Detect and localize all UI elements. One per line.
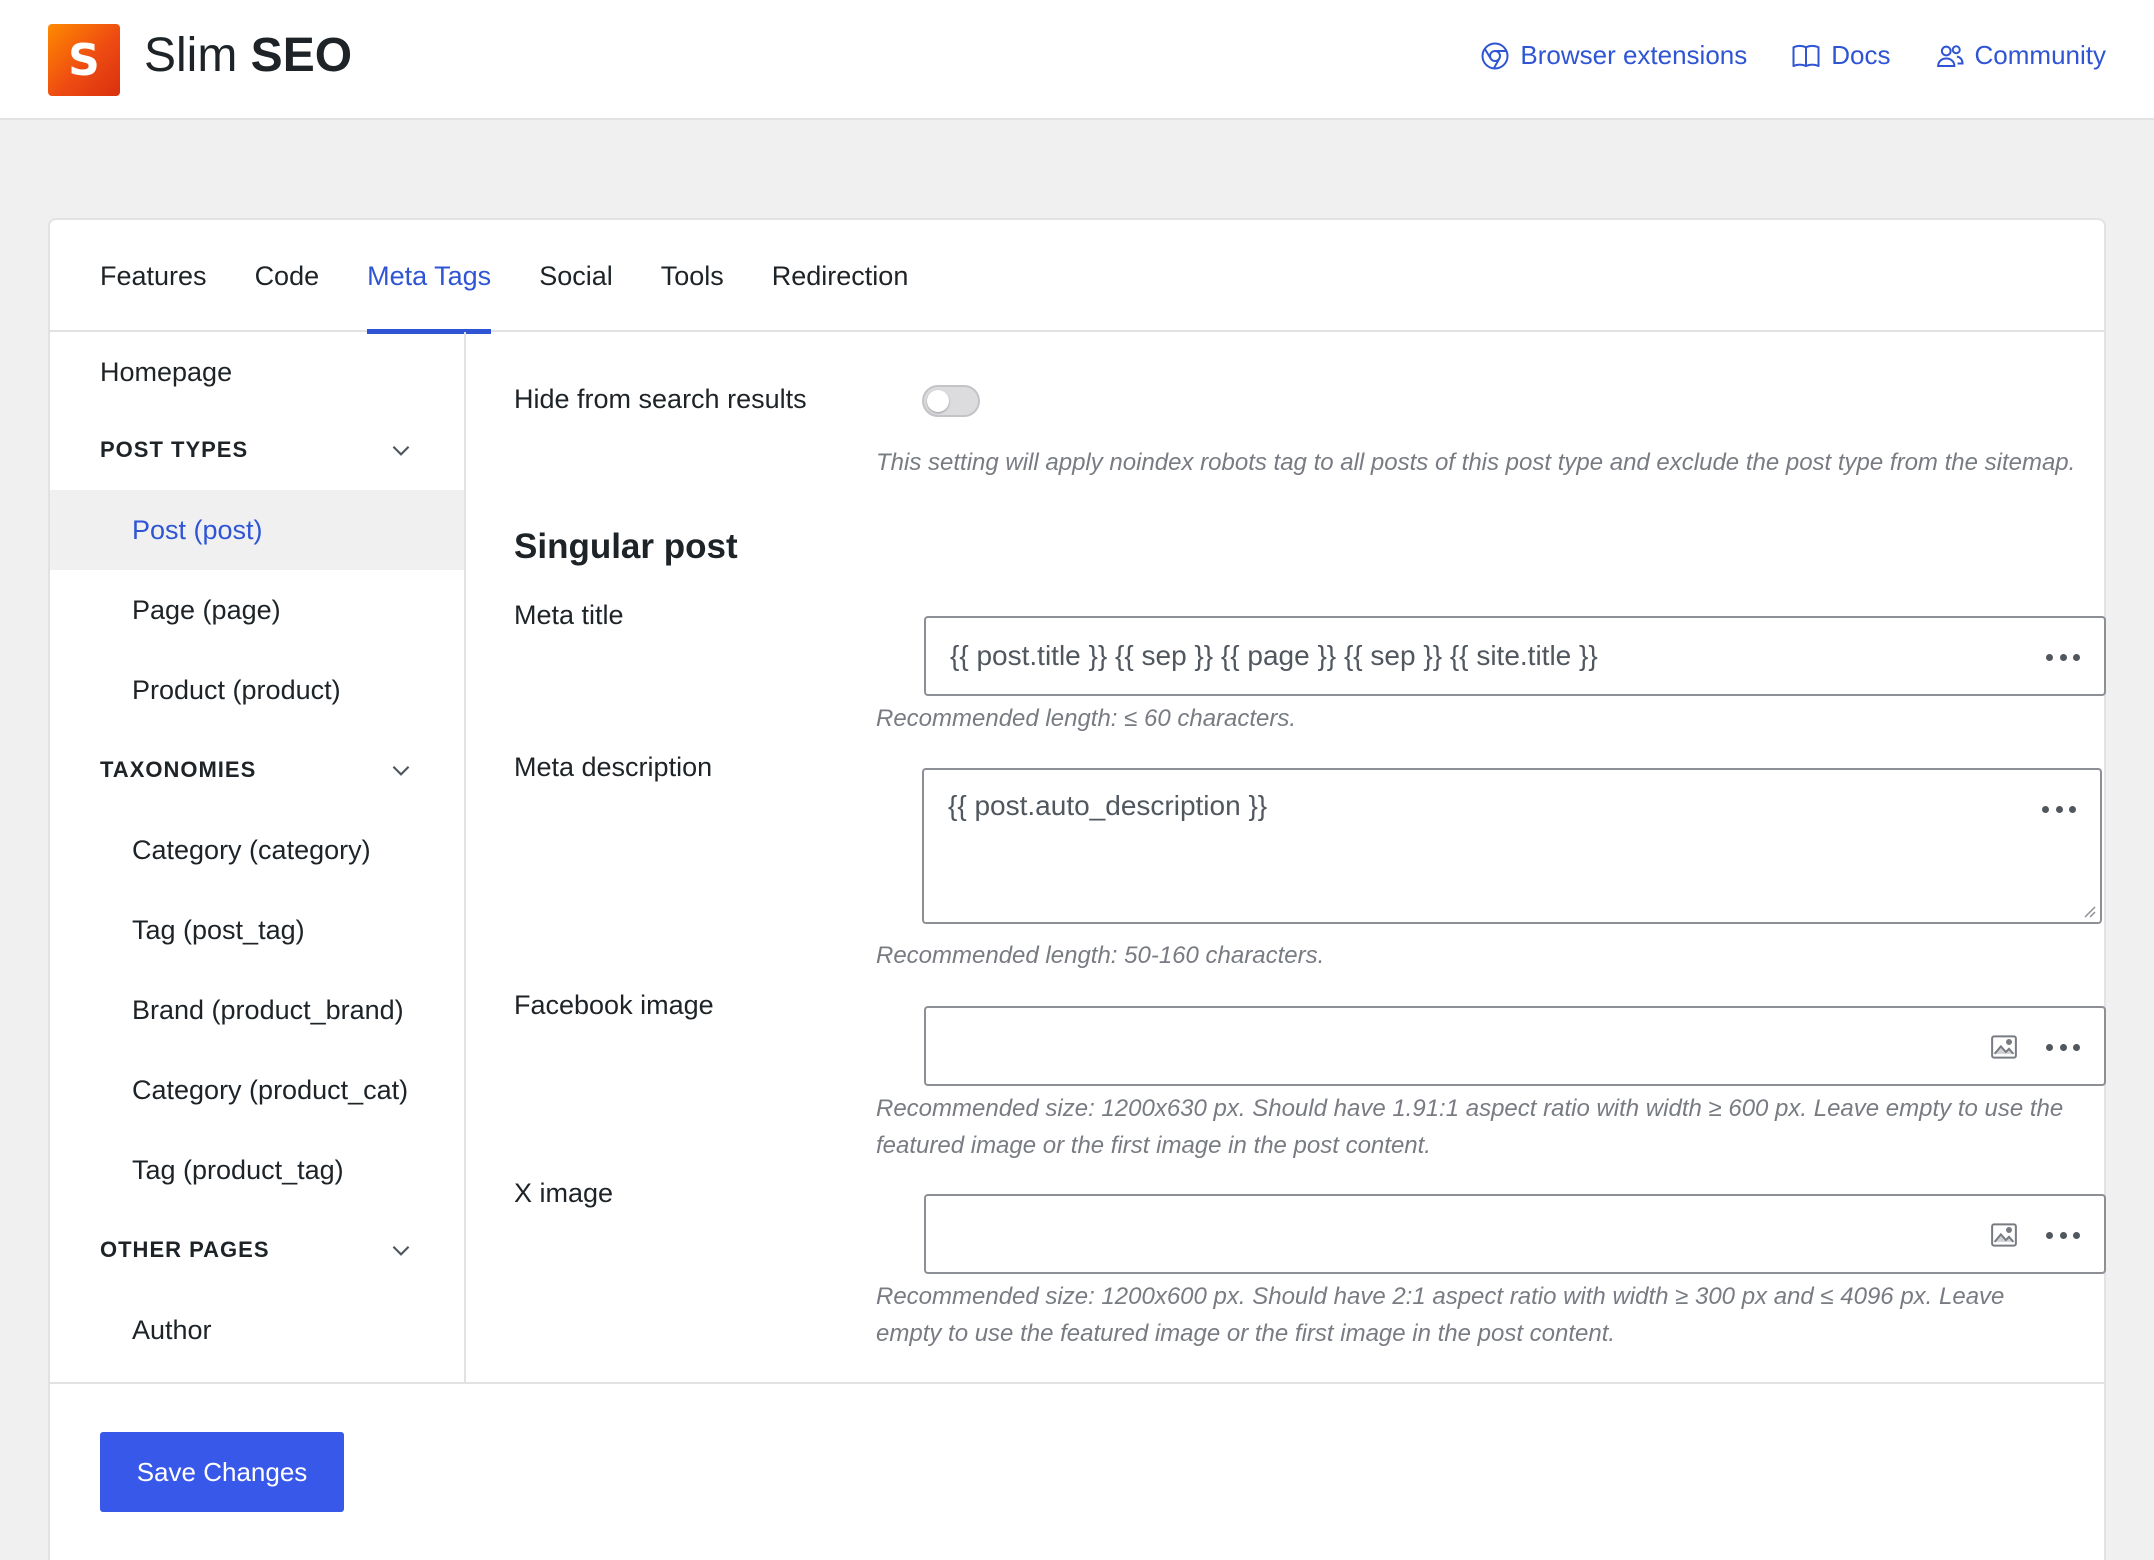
header-links: Browser extensions Docs Community xyxy=(1480,40,2106,71)
community-link[interactable]: Community xyxy=(1935,40,2106,71)
meta-description-label: Meta description xyxy=(514,752,713,782)
sidebar-item-post-tag[interactable]: Tag (post_tag) xyxy=(50,890,464,970)
slim-seo-logo: S xyxy=(48,24,120,96)
sidebar-group-post-types[interactable]: POST TYPES xyxy=(50,420,464,480)
tab-code[interactable]: Code xyxy=(255,220,320,332)
sidebar-item-category[interactable]: Category (category) xyxy=(50,810,464,890)
hide-search-label: Hide from search results xyxy=(514,384,807,414)
brand-name-thin: Slim xyxy=(144,29,238,82)
tab-bar: Features Code Meta Tags Social Tools Red… xyxy=(50,220,2104,334)
facebook-image-input[interactable] xyxy=(924,1006,2106,1086)
tab-redirection[interactable]: Redirection xyxy=(772,220,909,332)
sidebar-item-product[interactable]: Product (product) xyxy=(50,650,464,730)
x-image-more-button[interactable] xyxy=(2046,1220,2080,1250)
hide-search-help: This setting will apply noindex robots t… xyxy=(876,449,2076,476)
x-image-input[interactable] xyxy=(924,1194,2106,1274)
docs-label: Docs xyxy=(1831,40,1891,70)
users-icon xyxy=(1936,44,1964,67)
taxonomies-heading: TAXONOMIES xyxy=(100,757,257,782)
other-pages-heading: OTHER PAGES xyxy=(100,1237,270,1262)
meta-title-input[interactable]: {{ post.title }} {{ sep }} {{ page }} {{… xyxy=(924,616,2106,696)
book-icon xyxy=(1792,44,1820,67)
sidebar-item-author[interactable]: Author xyxy=(50,1290,464,1370)
tab-meta-tags[interactable]: Meta Tags xyxy=(367,220,492,334)
meta-description-textarea[interactable]: {{ post.auto_description }} xyxy=(922,768,2102,924)
logo-letter: S xyxy=(68,34,100,86)
docs-link[interactable]: Docs xyxy=(1791,40,1891,71)
sidebar-item-product-cat[interactable]: Category (product_cat) xyxy=(50,1050,464,1130)
chrome-icon xyxy=(1481,42,1509,69)
x-image-label: X image xyxy=(514,1178,614,1208)
sidebar-group-taxonomies[interactable]: TAXONOMIES xyxy=(50,740,464,800)
sidebar-item-homepage[interactable]: Homepage xyxy=(50,332,464,412)
brand-name-bold: SEO xyxy=(250,29,353,82)
chevron-down-icon xyxy=(392,445,410,456)
sidebar-group-other-pages[interactable]: OTHER PAGES xyxy=(50,1220,464,1280)
facebook-image-label: Facebook image xyxy=(514,990,714,1020)
toggle-knob xyxy=(927,390,949,412)
browser-extensions-label: Browser extensions xyxy=(1520,40,1748,70)
facebook-image-more-button[interactable] xyxy=(2046,1032,2080,1062)
meta-tags-panel: Hide from search results This setting wi… xyxy=(468,332,2106,1382)
chevron-down-icon xyxy=(392,765,410,776)
settings-card: Features Code Meta Tags Social Tools Red… xyxy=(48,218,2106,1560)
x-image-help: Recommended size: 1200x600 px. Should ha… xyxy=(876,1283,2005,1347)
section-title: Singular post xyxy=(514,527,738,566)
meta-description-more-button[interactable] xyxy=(2042,794,2076,824)
chevron-down-icon xyxy=(392,1245,410,1256)
resize-handle-icon[interactable] xyxy=(2082,904,2096,918)
meta-title-value: {{ post.title }} {{ sep }} {{ page }} {{… xyxy=(950,640,1598,671)
facebook-image-help: Recommended size: 1200x630 px. Should ha… xyxy=(876,1095,2064,1159)
tab-social[interactable]: Social xyxy=(539,220,613,332)
top-header: S Slim SEO Browser extensions Docs Commu… xyxy=(0,0,2154,120)
community-label: Community xyxy=(1974,40,2106,70)
sidebar-item-product-brand[interactable]: Brand (product_brand) xyxy=(50,970,464,1050)
sidebar-item-page[interactable]: Page (page) xyxy=(50,570,464,650)
card-footer: Save Changes xyxy=(50,1382,2104,1560)
save-changes-button[interactable]: Save Changes xyxy=(100,1432,344,1512)
meta-title-help: Recommended length: ≤ 60 characters. xyxy=(876,705,1297,732)
meta-title-label: Meta title xyxy=(514,600,624,630)
meta-description-value: {{ post.auto_description }} xyxy=(948,790,1268,821)
tab-features[interactable]: Features xyxy=(100,220,207,332)
meta-description-help: Recommended length: 50-160 characters. xyxy=(876,942,1325,969)
brand-name: Slim SEO xyxy=(144,28,352,83)
tab-tools[interactable]: Tools xyxy=(661,220,724,332)
sidebar-item-product-tag[interactable]: Tag (product_tag) xyxy=(50,1130,464,1210)
image-icon[interactable] xyxy=(1988,1220,2020,1250)
post-types-heading: POST TYPES xyxy=(100,437,249,462)
hide-search-toggle[interactable] xyxy=(922,385,980,417)
meta-title-more-button[interactable] xyxy=(2046,642,2080,672)
browser-extensions-link[interactable]: Browser extensions xyxy=(1480,40,1747,71)
meta-tags-sidebar: Homepage POST TYPES Post (post) Page (pa… xyxy=(50,332,466,1382)
image-icon[interactable] xyxy=(1988,1032,2020,1062)
sidebar-item-post[interactable]: Post (post) xyxy=(50,490,464,570)
